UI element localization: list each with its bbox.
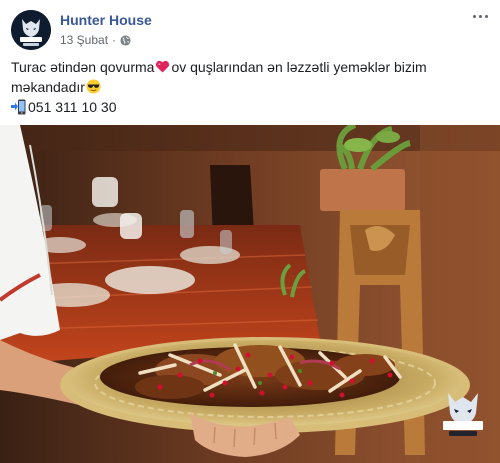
page-avatar[interactable]	[11, 10, 51, 50]
more-options-icon[interactable]	[468, 6, 492, 26]
message-text-3: məkandadır	[11, 79, 85, 95]
phone-number[interactable]: 051 311 10 30	[28, 99, 117, 115]
message-line-1: Turac ətindən qovurma ov quşlarından ən l…	[11, 57, 491, 77]
globe-icon[interactable]	[120, 34, 131, 46]
page-name-link[interactable]: Hunter House	[60, 12, 152, 28]
message-line-3: 051 311 10 30	[11, 97, 491, 117]
facebook-post: Hunter House 13 Şubat · Turac ətindən qo…	[0, 0, 500, 463]
heart-icon	[155, 58, 170, 73]
post-message: Turac ətindən qovurma ov quşlarından ən l…	[11, 57, 491, 117]
post-meta: 13 Şubat ·	[60, 33, 131, 47]
meta-separator: ·	[112, 33, 117, 47]
sunglasses-icon	[86, 79, 101, 94]
mobile-phone-arrow-icon	[11, 99, 26, 115]
message-text-1: Turac ətindən qovurma	[11, 59, 155, 75]
message-line-2: məkandadır	[11, 77, 491, 97]
message-text-2: ov quşlarından ən ləzzətli yeməklər bizi…	[171, 59, 427, 75]
post-photo[interactable]	[0, 125, 500, 463]
post-date[interactable]: 13 Şubat	[60, 33, 108, 47]
